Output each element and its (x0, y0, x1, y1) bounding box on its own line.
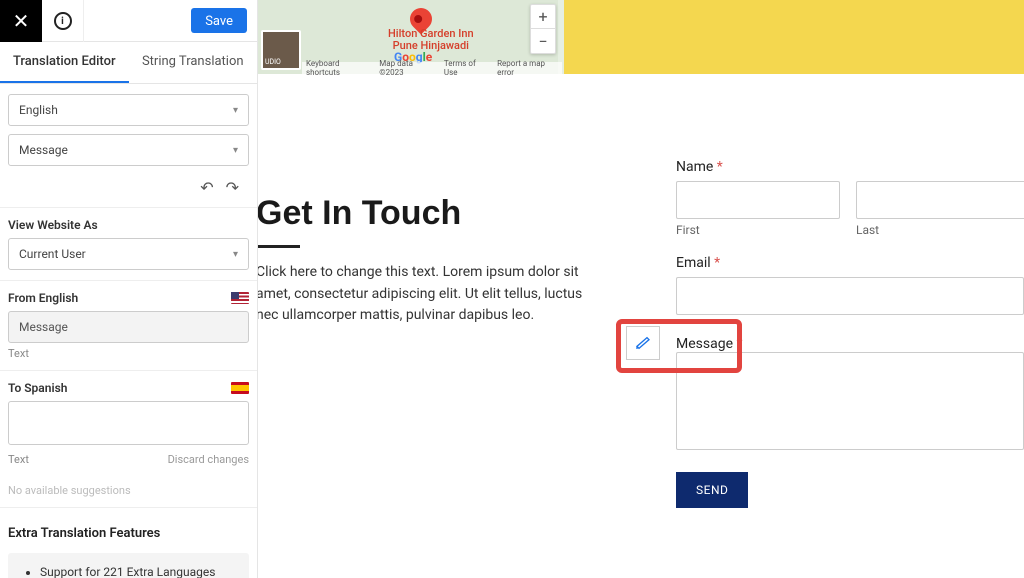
tab-translation-editor[interactable]: Translation Editor (0, 42, 129, 83)
undo-icon[interactable]: ↶ (200, 178, 213, 197)
map-attribution: Keyboard shortcuts Map data ©2023 Terms … (302, 62, 562, 74)
feature-item: Support for 221 Extra Languages (40, 565, 235, 578)
first-name-input[interactable] (676, 181, 840, 219)
view-as-value: Current User (19, 247, 86, 261)
language-select[interactable]: English ▾ (8, 94, 249, 126)
translation-input[interactable] (8, 401, 249, 445)
zoom-in-button[interactable]: + (531, 5, 555, 29)
view-as-label: View Website As (8, 218, 249, 232)
contact-form: Name * First Last Email * (676, 159, 1024, 508)
intro-text[interactable]: Click here to change this text. Lorem ip… (258, 262, 606, 327)
chevron-down-icon: ▾ (233, 249, 238, 260)
close-button[interactable]: ✕ (0, 0, 42, 42)
flag-us-icon (231, 292, 249, 304)
chevron-down-icon: ▾ (233, 105, 238, 116)
from-text-value: Message (8, 311, 249, 343)
view-as-select[interactable]: Current User ▾ (8, 238, 249, 270)
edit-translation-button[interactable] (626, 326, 660, 360)
email-label: Email * (676, 255, 1024, 271)
page-preview: Hilton Garden Inn Pune Hinjawadi UDIO Go… (258, 0, 1024, 578)
info-icon: i (54, 12, 72, 30)
item-select-value: Message (19, 143, 68, 157)
zoom-out-button[interactable]: − (531, 29, 555, 53)
name-label: Name * (676, 159, 1024, 175)
last-name-input[interactable] (856, 181, 1024, 219)
heading-underline (258, 245, 300, 248)
translation-sidebar: ✕ i Save Translation Editor String Trans… (0, 0, 258, 578)
tab-string-translation[interactable]: String Translation (129, 42, 258, 83)
save-button[interactable]: Save (191, 8, 247, 33)
flag-es-icon (231, 382, 249, 394)
from-text-type: Text (8, 347, 249, 360)
send-button[interactable]: SEND (676, 472, 748, 508)
last-name-sublabel: Last (856, 223, 1024, 237)
yellow-banner (564, 0, 1024, 74)
to-text-type: Text (8, 453, 29, 466)
item-select[interactable]: Message ▾ (8, 134, 249, 166)
from-language-label: From English (8, 291, 78, 305)
info-button[interactable]: i (42, 0, 84, 42)
no-suggestions-text: No available suggestions (0, 474, 257, 508)
pencil-icon (635, 335, 651, 351)
chevron-down-icon: ▾ (233, 145, 238, 156)
to-language-label: To Spanish (8, 381, 67, 395)
redo-icon[interactable]: ↷ (226, 178, 239, 197)
discard-changes-link[interactable]: Discard changes (168, 453, 249, 466)
email-input[interactable] (676, 277, 1024, 315)
map-zoom-controls: + − (530, 4, 556, 54)
features-heading: Extra Translation Features (8, 526, 249, 541)
intro-block: Get In Touch Click here to change this t… (258, 194, 606, 327)
page-heading: Get In Touch (258, 194, 606, 233)
language-select-value: English (19, 103, 58, 117)
features-box: Support for 221 Extra Languages Yoast SE… (8, 553, 249, 578)
map-pin-label: Hilton Garden Inn Pune Hinjawadi (388, 28, 474, 52)
close-icon: ✕ (13, 9, 30, 33)
map-satellite-thumb[interactable]: UDIO (261, 30, 301, 70)
first-name-sublabel: First (676, 223, 840, 237)
